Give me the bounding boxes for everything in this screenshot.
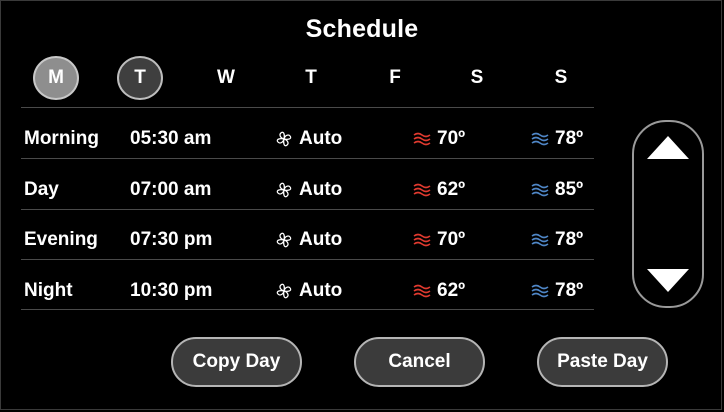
period-label: Day <box>24 179 59 200</box>
time-value[interactable]: 07:00 am <box>130 165 211 215</box>
time-value[interactable]: 05:30 am <box>130 114 211 164</box>
fan-icon <box>276 232 292 248</box>
fan-mode-label: Auto <box>299 229 343 250</box>
cool-setpoint[interactable]: 85º <box>531 165 583 215</box>
fan-mode-label: Auto <box>299 179 343 200</box>
cool-waves-icon <box>531 132 549 146</box>
fan-icon <box>276 131 292 147</box>
cool-setpoint[interactable]: 78º <box>531 215 583 265</box>
time-value[interactable]: 07:30 pm <box>130 215 212 265</box>
cool-value: 78º <box>555 280 584 301</box>
heat-setpoint[interactable]: 70º <box>413 114 465 164</box>
divider <box>21 107 594 108</box>
schedule-row-night[interactable]: Night 10:30 pm Auto 62º 78º <box>21 266 594 316</box>
day-saturday[interactable]: S <box>454 56 500 100</box>
schedule-row-morning[interactable]: Morning 05:30 am Auto 70º 78º <box>21 114 594 164</box>
heat-setpoint[interactable]: 62º <box>413 165 465 215</box>
page-title: Schedule <box>305 15 419 43</box>
period-label: Morning <box>24 128 99 149</box>
heat-value: 62º <box>437 179 466 200</box>
day-tuesday[interactable]: T <box>117 56 163 100</box>
day-sunday[interactable]: S <box>538 56 584 100</box>
cool-waves-icon <box>531 284 549 298</box>
period-label: Evening <box>24 229 98 250</box>
copy-day-button[interactable]: Copy Day <box>171 337 302 387</box>
schedule-row-evening[interactable]: Evening 07:30 pm Auto 70º 78º <box>21 215 594 265</box>
day-monday[interactable]: M <box>33 56 79 100</box>
schedule-screen: Schedule M T W T F S S Morning 05:30 am … <box>0 0 722 410</box>
paste-day-button[interactable]: Paste Day <box>537 337 668 387</box>
fan-setting[interactable]: Auto <box>275 165 342 215</box>
fan-icon <box>276 283 292 299</box>
heat-setpoint[interactable]: 62º <box>413 266 465 316</box>
arrow-down-icon[interactable] <box>645 266 691 296</box>
heat-waves-icon <box>413 132 431 146</box>
cool-waves-icon <box>531 183 549 197</box>
heat-waves-icon <box>413 183 431 197</box>
scroll-control <box>632 120 704 308</box>
heat-setpoint[interactable]: 70º <box>413 215 465 265</box>
cool-setpoint[interactable]: 78º <box>531 266 583 316</box>
schedule-row-day[interactable]: Day 07:00 am Auto 62º 85º <box>21 165 594 215</box>
heat-value: 70º <box>437 229 466 250</box>
day-wednesday[interactable]: W <box>203 56 249 100</box>
fan-setting[interactable]: Auto <box>275 266 342 316</box>
heat-waves-icon <box>413 284 431 298</box>
fan-setting[interactable]: Auto <box>275 215 342 265</box>
day-thursday[interactable]: T <box>288 56 334 100</box>
fan-icon <box>276 182 292 198</box>
fan-setting[interactable]: Auto <box>275 114 342 164</box>
arrow-up-icon[interactable] <box>645 132 691 162</box>
cool-value: 78º <box>555 229 584 250</box>
period-label: Night <box>24 280 73 301</box>
fan-mode-label: Auto <box>299 128 343 149</box>
time-value[interactable]: 10:30 pm <box>130 266 212 316</box>
fan-mode-label: Auto <box>299 280 343 301</box>
heat-waves-icon <box>413 233 431 247</box>
cool-value: 78º <box>555 128 584 149</box>
heat-value: 62º <box>437 280 466 301</box>
day-friday[interactable]: F <box>372 56 418 100</box>
cool-value: 85º <box>555 179 584 200</box>
heat-value: 70º <box>437 128 466 149</box>
cool-setpoint[interactable]: 78º <box>531 114 583 164</box>
cool-waves-icon <box>531 233 549 247</box>
cancel-button[interactable]: Cancel <box>354 337 485 387</box>
